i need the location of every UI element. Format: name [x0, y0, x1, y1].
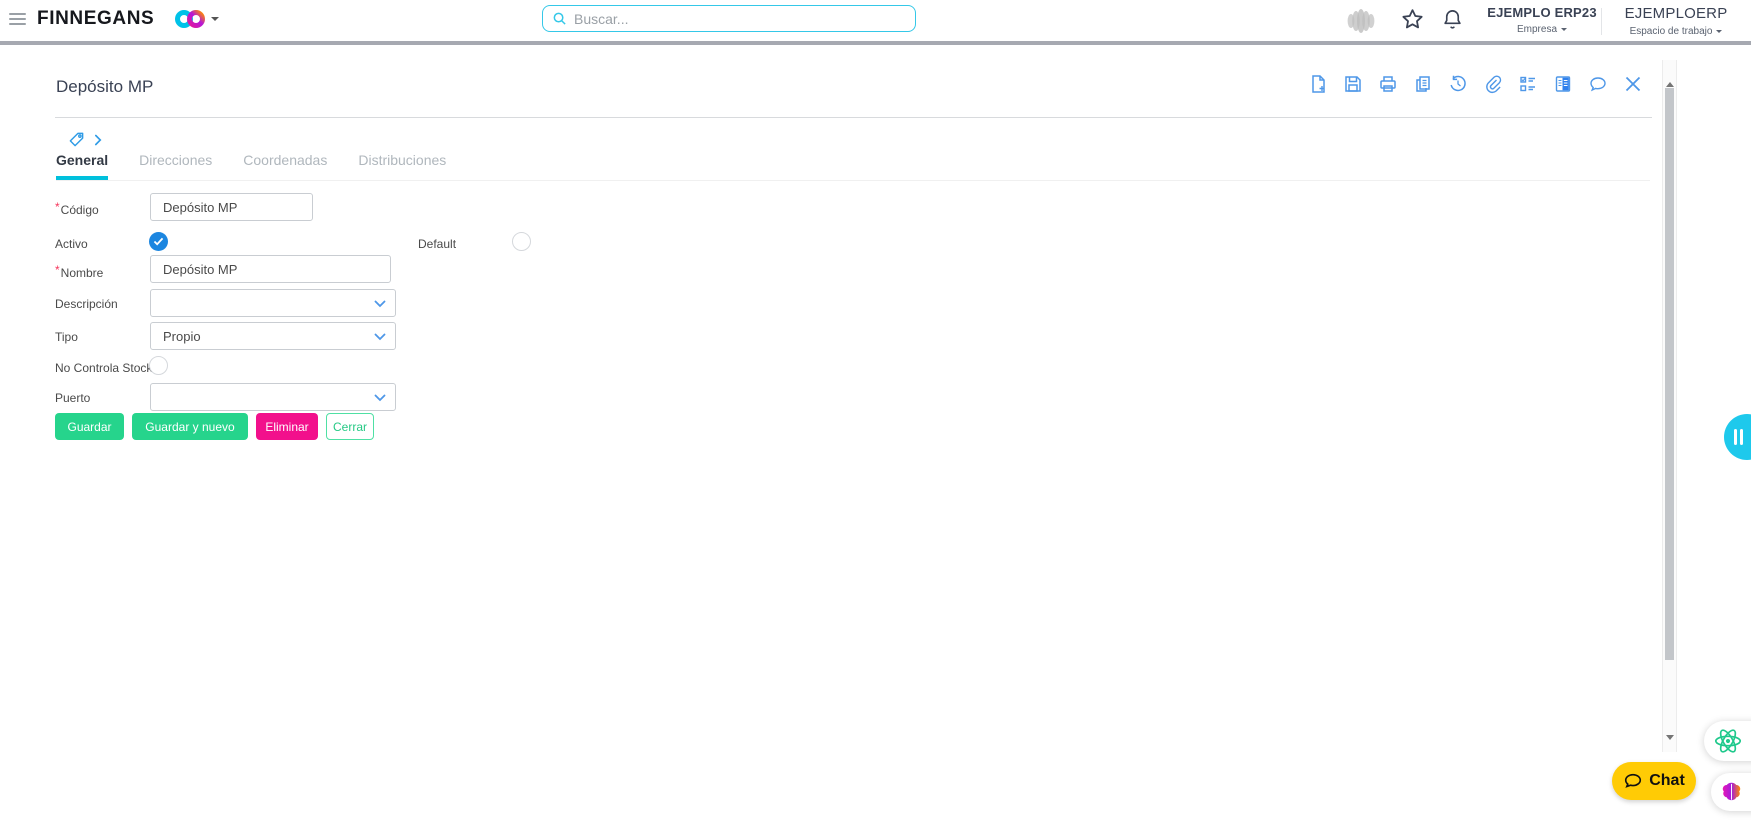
descripcion-label: Descripción	[55, 297, 118, 311]
page-title: Depósito MP	[56, 77, 154, 96]
eliminar-button[interactable]: Eliminar	[256, 413, 318, 440]
side-panel-handle[interactable]	[1724, 414, 1751, 460]
descripcion-label-text: Descripción	[55, 297, 118, 311]
app-screen: FINNEGANS Buscar... EJEMPLO ERP23 Empres…	[0, 0, 1751, 828]
organization-logo-icon[interactable]	[1344, 6, 1378, 36]
brand-dropdown-caret-icon[interactable]	[211, 17, 219, 25]
default-checkbox[interactable]	[512, 232, 531, 251]
default-label-text: Default	[418, 237, 457, 251]
workspace-name: EJEMPLOERP	[1624, 5, 1728, 22]
vertical-scrollbar[interactable]	[1662, 60, 1677, 752]
activo-label-text: Activo	[55, 237, 88, 251]
puerto-select[interactable]	[150, 383, 396, 411]
no-controla-stock-checkbox[interactable]	[149, 356, 168, 375]
scrollbar-thumb[interactable]	[1665, 88, 1674, 660]
tipo-label: Tipo	[55, 330, 78, 344]
hamburger-menu-icon[interactable]	[9, 13, 26, 28]
codigo-label-text: Código	[60, 203, 99, 217]
descripcion-select[interactable]	[150, 289, 396, 317]
nombre-label: *Nombre	[55, 263, 103, 280]
check-icon	[153, 237, 164, 246]
tag-icon[interactable]	[68, 131, 85, 148]
guardar-button[interactable]: Guardar	[55, 413, 124, 440]
chat-button-label: Chat	[1649, 772, 1685, 789]
tab-direcciones[interactable]: Direcciones	[139, 152, 212, 180]
workspace-switcher[interactable]: EJEMPLOERP Espacio de trabajo	[1605, 5, 1747, 37]
global-search[interactable]	[542, 5, 916, 32]
breadcrumb	[68, 131, 103, 148]
history-icon[interactable]	[1448, 74, 1468, 94]
tab-distribuciones[interactable]: Distribuciones	[358, 152, 446, 180]
tab-bar: General Direcciones Coordenadas Distribu…	[56, 152, 1650, 181]
new-document-icon[interactable]	[1308, 74, 1328, 94]
assistant-atom-button[interactable]	[1704, 721, 1751, 761]
required-marker: *	[55, 263, 60, 277]
no-controla-stock-label-text: No Controla Stock	[55, 361, 153, 375]
header-divider	[55, 117, 1652, 118]
attachment-icon[interactable]	[1483, 74, 1503, 94]
required-marker: *	[55, 200, 60, 214]
breadcrumb-chevron-icon[interactable]	[94, 133, 103, 147]
tipo-select[interactable]: Propio	[150, 322, 396, 350]
copy-icon[interactable]	[1413, 74, 1433, 94]
tab-general[interactable]: General	[56, 152, 109, 180]
activo-checkbox[interactable]	[149, 232, 168, 251]
company-name: EJEMPLO ERP23	[1487, 5, 1597, 20]
switcher-divider	[1601, 8, 1602, 35]
save-icon[interactable]	[1343, 74, 1363, 94]
record-toolbar	[1308, 74, 1643, 94]
brain-icon	[1722, 782, 1741, 800]
chevron-down-icon	[374, 300, 386, 308]
codigo-input[interactable]	[150, 193, 313, 221]
no-controla-stock-label: No Controla Stock	[55, 361, 152, 375]
tipo-value: Propio	[163, 328, 201, 344]
chevron-down-icon	[374, 394, 386, 402]
topbar: FINNEGANS Buscar... EJEMPLO ERP23 Empres…	[0, 0, 1751, 45]
puerto-label: Puerto	[55, 391, 90, 405]
tipo-label-text: Tipo	[55, 330, 78, 344]
company-caption: Empresa	[1516, 24, 1557, 35]
cerrar-button[interactable]: Cerrar	[326, 413, 374, 440]
brand-wordmark: FINNEGANS	[37, 8, 155, 29]
infinity-logo-icon	[175, 10, 205, 28]
puerto-label-text: Puerto	[55, 391, 91, 405]
scroll-down-arrow-icon[interactable]	[1665, 735, 1674, 744]
favorites-star-icon[interactable]	[1400, 7, 1425, 32]
chat-button[interactable]: Chat	[1612, 762, 1696, 800]
search-icon	[553, 12, 566, 25]
nombre-input[interactable]	[150, 255, 391, 283]
assistant-brain-button[interactable]	[1711, 773, 1751, 811]
chat-bubble-icon	[1625, 773, 1642, 788]
activo-label: Activo	[55, 237, 88, 251]
print-icon[interactable]	[1378, 74, 1398, 94]
chevron-down-icon	[1716, 30, 1723, 36]
company-switcher[interactable]: EJEMPLO ERP23 Empresa	[1482, 5, 1602, 35]
scroll-up-arrow-icon[interactable]	[1665, 78, 1674, 87]
tab-coordenadas[interactable]: Coordenadas	[243, 152, 327, 180]
chevron-down-icon	[1561, 28, 1567, 34]
nombre-label-text: Nombre	[60, 266, 104, 280]
codigo-label: *Código	[55, 200, 99, 217]
default-label: Default	[418, 237, 456, 251]
report-icon[interactable]	[1553, 74, 1573, 94]
chevron-down-icon	[374, 333, 386, 341]
checklist-icon[interactable]	[1518, 74, 1538, 94]
close-icon[interactable]	[1623, 74, 1643, 94]
notifications-bell-icon[interactable]	[1441, 7, 1464, 32]
workspace-caption: Espacio de trabajo	[1629, 26, 1713, 37]
guardar-y-nuevo-button[interactable]: Guardar y nuevo	[132, 413, 248, 440]
atom-icon	[1714, 729, 1742, 753]
comments-icon[interactable]	[1588, 74, 1608, 94]
search-input[interactable]	[574, 10, 906, 27]
